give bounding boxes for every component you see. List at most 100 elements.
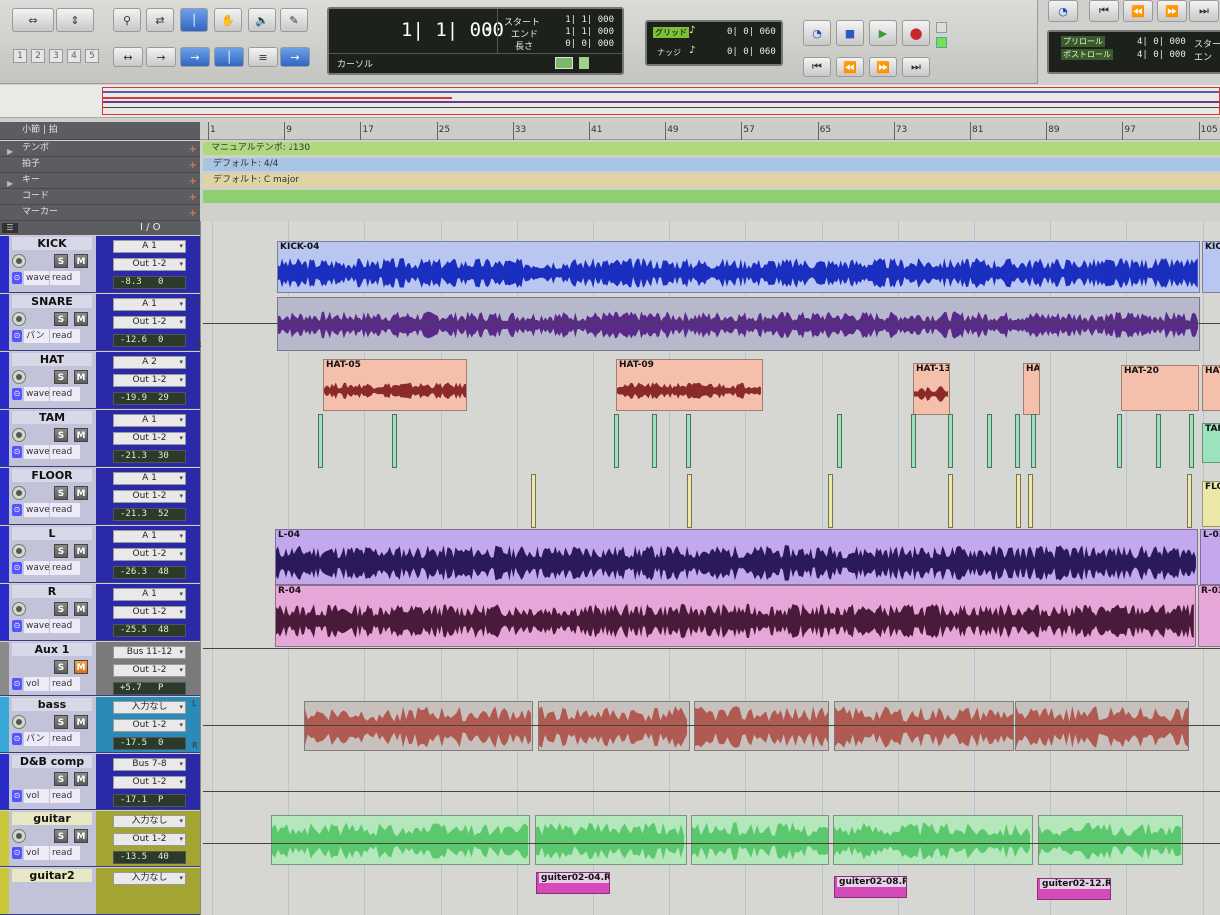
guitar-clip[interactable]	[833, 815, 1033, 865]
floor-hit-clip[interactable]	[1187, 474, 1192, 528]
output-selector[interactable]: Out 1-2	[113, 316, 186, 329]
bars-ruler[interactable]: 小節 | 拍 1 9 17 25 33 41 49 57 65 73 81 89 97 105	[0, 122, 1220, 140]
track-view-icon[interactable]: ⊙	[12, 733, 22, 745]
universe-view-box[interactable]	[102, 87, 1220, 115]
online-button[interactable]: ◔	[803, 20, 831, 46]
link-button[interactable]: ≡	[248, 47, 278, 67]
automation-mode-selector[interactable]: read	[50, 561, 80, 575]
tam-hit-clip[interactable]	[948, 414, 953, 468]
fast-forward-button[interactable]: ⏩	[869, 57, 897, 77]
automation-mode-selector[interactable]: read	[50, 732, 80, 746]
clip-hat-20[interactable]: HAT-20	[1121, 365, 1199, 411]
meter-ruler[interactable]: 拍子 + デフォルト: 4/4	[0, 157, 1220, 173]
grid-label[interactable]: グリッド	[653, 27, 689, 38]
clip-guiter02-12[interactable]: guiter02-12.R	[1037, 878, 1111, 900]
input-selector[interactable]: 入力なし	[113, 872, 186, 885]
record-enable-button[interactable]	[12, 312, 26, 326]
input-selector[interactable]: A 1	[113, 472, 186, 485]
record-enable-button[interactable]	[12, 428, 26, 442]
zoom-preset-4[interactable]: 4	[67, 49, 81, 63]
track-header-bass[interactable]: bass SM ⊙パンread 入力なし Out 1-2 -17.5 0	[0, 697, 200, 753]
volume-pan-display[interactable]: -13.5 40	[113, 851, 186, 864]
track-header-l[interactable]: LSM⊙wavereadA 1Out 1-2-26.348	[0, 526, 200, 583]
track-view-icon[interactable]: ⊙	[12, 620, 22, 632]
nudge-value[interactable]: 0| 0| 060	[727, 47, 776, 57]
track-view-selector[interactable]: vol	[24, 677, 49, 691]
volume-pan-display[interactable]: -17.1 P	[113, 794, 186, 807]
counter-dropdown-icon[interactable]: ▾	[486, 25, 491, 35]
bass-clip[interactable]	[694, 701, 829, 751]
grid-value[interactable]: 0| 0| 060	[727, 27, 776, 37]
solo-button[interactable]: S	[54, 254, 68, 268]
record-enable-button[interactable]	[12, 254, 26, 268]
track-header-floor[interactable]: FLOOR SM ⊙waveread A 1 Out 1-2 -21.3 52	[0, 468, 200, 525]
automation-mode-selector[interactable]: read	[50, 445, 80, 459]
stop-button[interactable]: ■	[836, 20, 864, 46]
volume-pan-display[interactable]: -21.3 52	[113, 508, 186, 521]
cursor-lock-icon[interactable]	[579, 57, 589, 69]
floor-hit-clip[interactable]	[828, 474, 833, 528]
clip-hat-05[interactable]: HAT-05	[323, 359, 467, 411]
tam-hit-clip[interactable]	[911, 414, 916, 468]
track-view-icon[interactable]: ⊙	[12, 790, 22, 802]
clip-hat-09[interactable]: HAT-09	[616, 359, 763, 411]
postroll-label[interactable]: ポストロール	[1061, 49, 1113, 60]
preroll-label[interactable]: プリロール	[1061, 36, 1105, 47]
grid-mode-button[interactable]: │	[214, 47, 244, 67]
floor-hit-clip[interactable]	[531, 474, 536, 528]
tam-hit-clip[interactable]	[614, 414, 619, 468]
tam-hit-clip[interactable]	[652, 414, 657, 468]
track-view-selector[interactable]: wave	[24, 503, 50, 517]
solo-button[interactable]: S	[54, 544, 68, 558]
mute-button[interactable]: M	[74, 829, 88, 843]
track-header-kick[interactable]: KICK SM ⊙waveread A 1 Out 1-2 -8.3 0	[0, 236, 200, 293]
track-view-icon[interactable]: ⊙	[12, 272, 22, 284]
pencil-tool-icon[interactable]: ✎	[280, 8, 308, 32]
length-value[interactable]: 0| 0| 000	[565, 39, 614, 49]
mute-button[interactable]: M	[74, 486, 88, 500]
mute-button[interactable]: M	[74, 312, 88, 326]
automation-mode-selector[interactable]: read	[50, 271, 80, 285]
postroll-value[interactable]: 4| 0| 000	[1137, 50, 1186, 60]
mute-button[interactable]: M	[74, 370, 88, 384]
clip-tam-next[interactable]: TAM	[1202, 423, 1220, 463]
clip-hat-ha[interactable]: HA	[1023, 363, 1040, 415]
clip-hat-13[interactable]: HAT-13	[913, 363, 950, 415]
input-selector[interactable]: A 1	[113, 240, 186, 253]
zoom-preset-button[interactable]: ⇔	[12, 8, 54, 32]
solo-button[interactable]: S	[54, 486, 68, 500]
input-selector[interactable]: A 1	[113, 530, 186, 543]
go-to-end-button[interactable]: ⏭	[902, 57, 930, 77]
track-name[interactable]: R	[12, 585, 92, 598]
mute-button[interactable]: M	[74, 772, 88, 786]
tam-hit-clip[interactable]	[1031, 414, 1036, 468]
dnb-volume-line[interactable]	[203, 791, 1220, 792]
tam-hit-clip[interactable]	[392, 414, 397, 468]
cursor-link-icon[interactable]	[555, 57, 573, 69]
mute-button[interactable]: M	[74, 602, 88, 616]
track-view-icon[interactable]: ⊙	[12, 504, 22, 516]
input-selector[interactable]: A 1	[113, 298, 186, 311]
output-selector[interactable]: Out 1-2	[113, 432, 186, 445]
bass-automation-line[interactable]	[203, 725, 1220, 726]
fastforward-button-2[interactable]: ⏩	[1157, 0, 1187, 22]
zoom-tool-icon[interactable]: ⚲	[113, 8, 141, 32]
track-header-tam[interactable]: TAM SM ⊙waveread A 1 Out 1-2 -21.3 30	[0, 410, 200, 467]
rewind-button[interactable]: ⏪	[836, 57, 864, 77]
mute-button[interactable]: M	[74, 715, 88, 729]
solo-button[interactable]: S	[54, 715, 68, 729]
clip-floor-next[interactable]: FLOO	[1202, 481, 1220, 527]
nudge-label[interactable]: ナッジ	[657, 47, 681, 58]
floor-hit-clip[interactable]	[1016, 474, 1021, 528]
grabber-tool-icon[interactable]: ✋	[214, 8, 242, 32]
input-selector[interactable]: A 1	[113, 588, 186, 601]
key-ruler[interactable]: ▶ キー + デフォルト: C major	[0, 173, 1220, 189]
rtz-button-2[interactable]: ⏮	[1089, 0, 1119, 22]
solo-button[interactable]: S	[54, 428, 68, 442]
track-name[interactable]: KICK	[12, 237, 92, 250]
chord-ruler[interactable]: コード +	[0, 189, 1220, 205]
record-enable-button[interactable]	[12, 715, 26, 729]
track-view-selector[interactable]: パン	[24, 732, 49, 746]
mute-button[interactable]: M	[74, 544, 88, 558]
floor-hit-clip[interactable]	[687, 474, 692, 528]
